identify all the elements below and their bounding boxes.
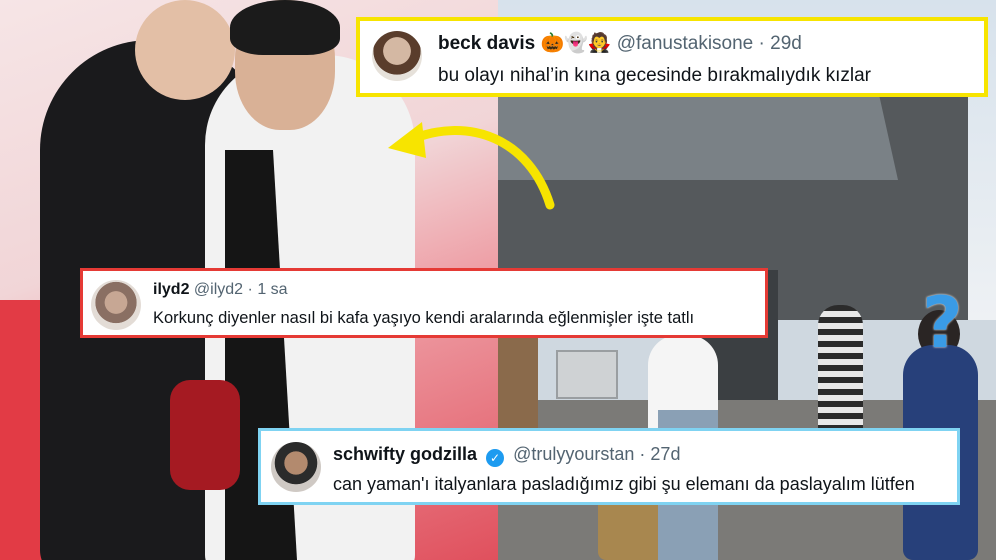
question-mark-icon: ? xyxy=(922,282,963,364)
tweet-header: schwifty godzilla ✓ @trulyyourstan · 27d xyxy=(333,444,680,467)
name-emojis: 🎃👻🧛 xyxy=(540,32,612,54)
tweet-header: beck davis 🎃👻🧛 @fanustakisone · 29d xyxy=(438,31,802,55)
tweet-header: ilyd2 @ilyd2 · 1 sa xyxy=(153,281,288,299)
timestamp[interactable]: 27d xyxy=(650,444,680,464)
verified-badge-icon: ✓ xyxy=(486,449,505,467)
avatar[interactable] xyxy=(271,442,321,492)
avatar[interactable] xyxy=(91,280,141,330)
tweet-text: bu olayı nihal’in kına gecesinde bırakma… xyxy=(438,65,872,86)
avatar[interactable] xyxy=(372,31,422,81)
tweet-card-ilyd2[interactable]: ilyd2 @ilyd2 · 1 sa Korkunç diyenler nas… xyxy=(80,268,768,338)
separator: · xyxy=(758,33,765,54)
tweet-text: Korkunç diyenler nasıl bi kafa yaşıyo ke… xyxy=(153,309,695,327)
ac-unit xyxy=(556,350,618,399)
yellow-arrow-icon xyxy=(388,122,555,210)
man-hair xyxy=(230,0,340,55)
display-name[interactable]: schwifty godzilla xyxy=(333,444,477,464)
timestamp[interactable]: 1 sa xyxy=(257,281,287,298)
handle[interactable]: @fanustakisone xyxy=(617,33,754,54)
separator: · xyxy=(639,444,646,464)
handle[interactable]: @ilyd2 xyxy=(194,281,243,298)
timestamp[interactable]: 29d xyxy=(770,33,802,54)
display-name[interactable]: ilyd2 xyxy=(153,281,189,298)
person-striped-shirt xyxy=(818,305,863,435)
tweet-card-schwifty-godzilla[interactable]: schwifty godzilla ✓ @trulyyourstan · 27d… xyxy=(258,428,960,505)
handle[interactable]: @trulyyourstan xyxy=(513,444,634,464)
display-name[interactable]: beck davis xyxy=(438,33,535,54)
tweet-text: can yaman'ı italyanlara pasladığımız gib… xyxy=(333,474,915,494)
red-skirt xyxy=(170,380,240,490)
tweet-card-beck-davis[interactable]: beck davis 🎃👻🧛 @fanustakisone · 29d bu o… xyxy=(356,17,988,97)
separator: · xyxy=(247,281,253,298)
woman-head xyxy=(135,0,235,100)
